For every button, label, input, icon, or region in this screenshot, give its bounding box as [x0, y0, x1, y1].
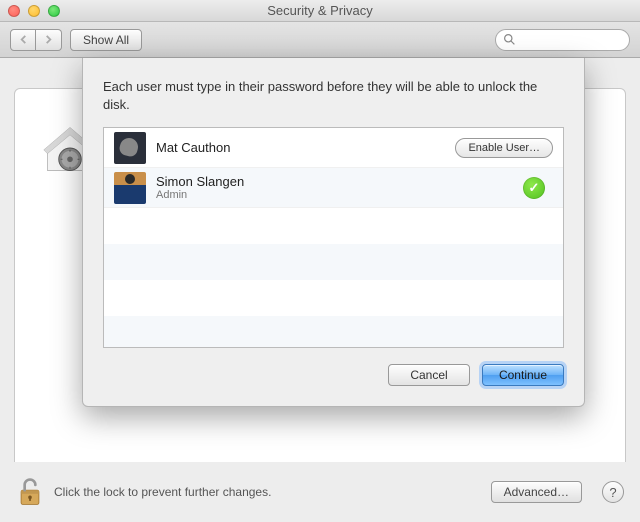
empty-row [104, 316, 563, 348]
avatar [114, 172, 146, 204]
zoom-window-button[interactable] [48, 5, 60, 17]
unlocked-lock-icon[interactable] [16, 476, 44, 508]
footer-bar: Click the lock to prevent further change… [0, 462, 640, 522]
search-icon [503, 33, 516, 46]
help-icon: ? [609, 485, 616, 500]
advanced-button[interactable]: Advanced… [491, 481, 582, 503]
empty-row [104, 244, 563, 280]
search-field-wrap [495, 29, 630, 51]
close-window-button[interactable] [8, 5, 20, 17]
lock-hint-text: Click the lock to prevent further change… [54, 485, 481, 499]
forward-button[interactable] [36, 29, 62, 51]
toolbar: Show All [0, 22, 640, 58]
user-row[interactable]: Simon Slangen Admin ✓ [104, 168, 563, 208]
empty-row [104, 280, 563, 316]
sheet-message: Each user must type in their password be… [103, 78, 564, 113]
user-info: Simon Slangen Admin [156, 174, 523, 201]
avatar [114, 132, 146, 164]
show-all-button[interactable]: Show All [70, 29, 142, 51]
enable-user-button[interactable]: Enable User… [455, 138, 553, 158]
checkmark-badge-icon: ✓ [523, 177, 545, 199]
back-button[interactable] [10, 29, 36, 51]
user-name: Simon Slangen [156, 174, 523, 189]
window-controls [8, 5, 60, 17]
chevron-left-icon [19, 35, 28, 44]
minimize-window-button[interactable] [28, 5, 40, 17]
user-list: Mat Cauthon Enable User… Simon Slangen A… [103, 127, 564, 348]
help-button[interactable]: ? [602, 481, 624, 503]
sheet-button-bar: Cancel Continue [103, 364, 564, 386]
cancel-button[interactable]: Cancel [388, 364, 470, 386]
user-info: Mat Cauthon [156, 140, 455, 155]
user-role: Admin [156, 189, 523, 201]
titlebar: Security & Privacy [0, 0, 640, 22]
chevron-right-icon [44, 35, 53, 44]
user-name: Mat Cauthon [156, 140, 455, 155]
window-title: Security & Privacy [0, 3, 640, 18]
user-row[interactable]: Mat Cauthon Enable User… [104, 128, 563, 168]
enable-users-sheet: Each user must type in their password be… [82, 58, 585, 407]
empty-row [104, 208, 563, 244]
nav-buttons [10, 29, 62, 51]
continue-button[interactable]: Continue [482, 364, 564, 386]
